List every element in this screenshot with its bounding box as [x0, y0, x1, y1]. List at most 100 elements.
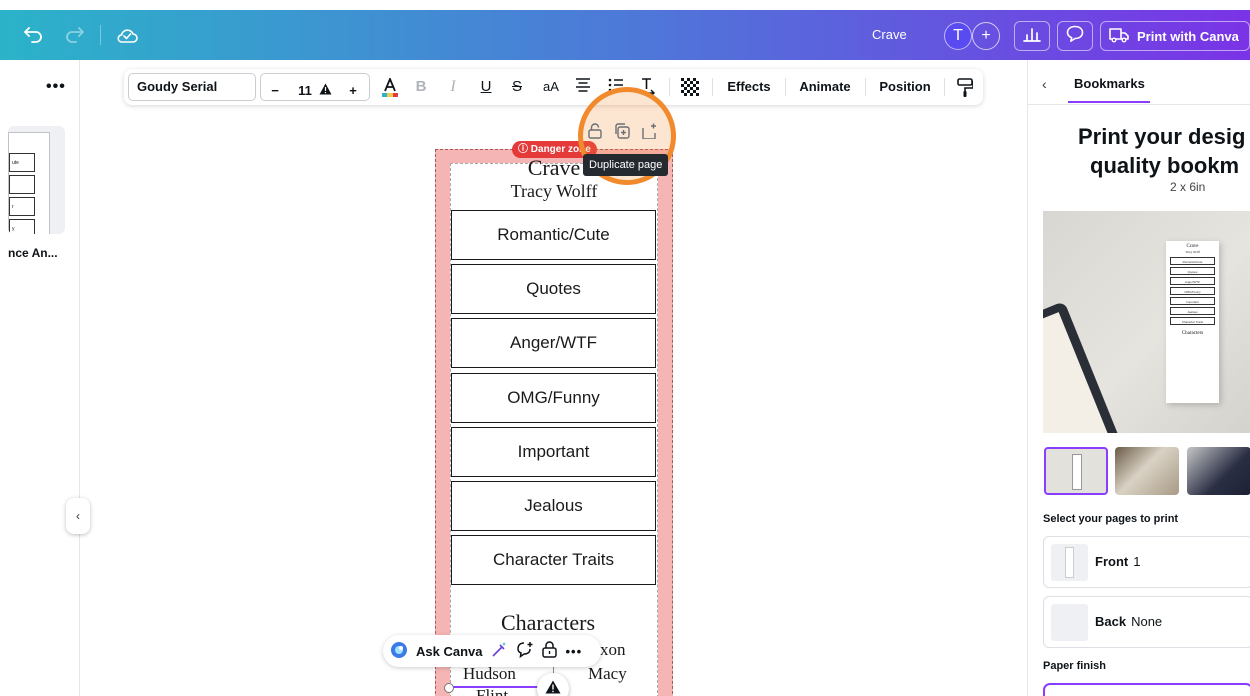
size-warning-icon [318, 82, 332, 100]
lock-icon[interactable] [542, 641, 558, 661]
front-page-thumbnail [1051, 544, 1088, 581]
design-name[interactable]: nce An... [8, 246, 58, 260]
underline-icon[interactable]: U [479, 78, 493, 96]
top-bar: Crave T + Print with Canva [0, 10, 1250, 60]
effects-button[interactable]: Effects [726, 78, 772, 96]
strikethrough-icon[interactable]: S [510, 78, 524, 96]
category-box[interactable]: Quotes [451, 264, 656, 314]
decrease-size-button[interactable]: − [268, 82, 282, 100]
mockup-author: Tracy Wolff [1185, 250, 1200, 254]
design-thumbnail-card[interactable]: ute r y [8, 126, 65, 234]
info-icon: ⓘ [518, 144, 528, 155]
category-box[interactable]: OMG/Funny [451, 373, 656, 423]
product-mockup-image: Crave Tracy Wolff Romantic/Cute Quotes A… [1043, 211, 1250, 433]
mockup-row: Jealous [1170, 307, 1215, 315]
print-with-canva-button[interactable]: Print with Canva [1100, 21, 1250, 51]
category-box[interactable]: Anger/WTF [451, 318, 656, 368]
redo-icon[interactable] [62, 23, 86, 47]
thumb-row: r [9, 197, 35, 216]
design-thumbnail: ute r y [8, 132, 50, 234]
align-center-icon[interactable] [575, 78, 591, 96]
comments-button[interactable] [1057, 21, 1093, 51]
mockup-row: Character Traits [1170, 317, 1215, 325]
more-icon[interactable]: ••• [565, 644, 582, 659]
selection-outline [450, 686, 546, 688]
truck-icon [1109, 27, 1129, 46]
italic-icon[interactable]: I [446, 78, 460, 96]
text-color-icon[interactable] [381, 76, 399, 97]
front-label: Front [1095, 554, 1129, 569]
document-title[interactable]: Crave [872, 27, 907, 42]
font-size-input[interactable]: 11 [294, 82, 316, 100]
mockup-row: Anger/WTF [1170, 277, 1215, 285]
transparency-icon[interactable] [681, 78, 699, 96]
animate-button[interactable]: Animate [798, 78, 852, 96]
thumb-row: ute [9, 153, 35, 172]
collapse-panel-button[interactable]: ‹ [66, 498, 90, 534]
warning-icon [545, 680, 561, 696]
front-page-option[interactable]: Front 1 [1043, 536, 1250, 588]
tab-bookmarks[interactable]: Bookmarks [1074, 76, 1145, 91]
divider [785, 78, 786, 96]
character-name[interactable]: Hudson [463, 664, 516, 684]
mockup-thumbnail-selected[interactable] [1044, 447, 1108, 495]
canva-assistant-icon [390, 641, 408, 662]
mockup-thumbnail[interactable] [1115, 447, 1179, 495]
characters-heading[interactable]: Characters [450, 610, 646, 636]
increase-size-button[interactable]: + [346, 82, 360, 100]
divider [865, 78, 866, 96]
user-avatar[interactable]: T [944, 22, 972, 50]
back-page-option[interactable]: Back None [1043, 596, 1250, 648]
back-value: None [1131, 614, 1163, 629]
category-box[interactable]: Important [451, 427, 656, 477]
category-box[interactable]: Jealous [451, 481, 656, 531]
comment-icon [1066, 25, 1084, 47]
front-value: 1 [1133, 554, 1141, 569]
more-options-icon[interactable]: ••• [46, 78, 66, 96]
divider [1028, 104, 1250, 105]
mockup-row: Quotes [1170, 267, 1215, 275]
magic-write-icon[interactable] [490, 641, 508, 662]
bar-chart-icon [1023, 26, 1041, 47]
thumb-row [9, 175, 35, 194]
mockup-thumbnail[interactable] [1187, 447, 1250, 495]
back-page-thumbnail [1051, 604, 1088, 641]
divider [712, 78, 713, 96]
divider [100, 25, 101, 45]
add-collaborator-button[interactable]: + [972, 22, 1000, 50]
select-pages-label: Select your pages to print [1043, 513, 1179, 525]
bold-icon[interactable]: B [414, 78, 428, 96]
insights-button[interactable] [1014, 21, 1050, 51]
position-button[interactable]: Position [878, 78, 932, 96]
lock-page-icon[interactable] [588, 122, 602, 144]
cloud-saved-icon[interactable] [115, 23, 139, 47]
paint-format-icon[interactable] [956, 78, 974, 97]
font-family-select[interactable]: Goudy Serial [128, 73, 256, 101]
ask-canva-button[interactable]: Ask Canva [416, 644, 482, 659]
category-box[interactable]: Romantic/Cute [451, 210, 656, 260]
category-box[interactable]: Character Traits [451, 535, 656, 585]
duplicate-page-icon[interactable] [614, 122, 630, 144]
print-button-label: Print with Canva [1137, 28, 1239, 44]
print-panel: ‹ Bookmarks Print your desig quality boo… [1027, 60, 1250, 696]
comment-add-icon[interactable] [516, 641, 534, 662]
front-thumb-bookmark [1065, 547, 1074, 578]
mockup-row: Important [1170, 297, 1215, 305]
character-name[interactable]: xon [600, 640, 626, 660]
letter-case-button[interactable]: aA [540, 78, 562, 96]
paper-finish-option[interactable] [1043, 683, 1250, 696]
selection-handle[interactable] [444, 683, 454, 693]
page-tools [582, 120, 672, 146]
character-name[interactable]: Macy [588, 664, 627, 684]
add-page-icon[interactable] [642, 123, 658, 144]
back-button[interactable]: ‹ [1042, 76, 1047, 92]
mockup-characters: Characters [1181, 331, 1204, 336]
active-tab-indicator [1068, 101, 1150, 103]
panel-headline: Print your desig [1078, 124, 1246, 149]
undo-icon[interactable] [22, 23, 46, 47]
back-label: Back [1095, 614, 1127, 629]
mockup-row: OMG/Funny [1170, 287, 1215, 295]
paper-finish-label: Paper finish [1043, 660, 1106, 672]
front-option-text: Front 1 [1095, 554, 1140, 569]
mockup-row: Romantic/Cute [1170, 257, 1215, 265]
